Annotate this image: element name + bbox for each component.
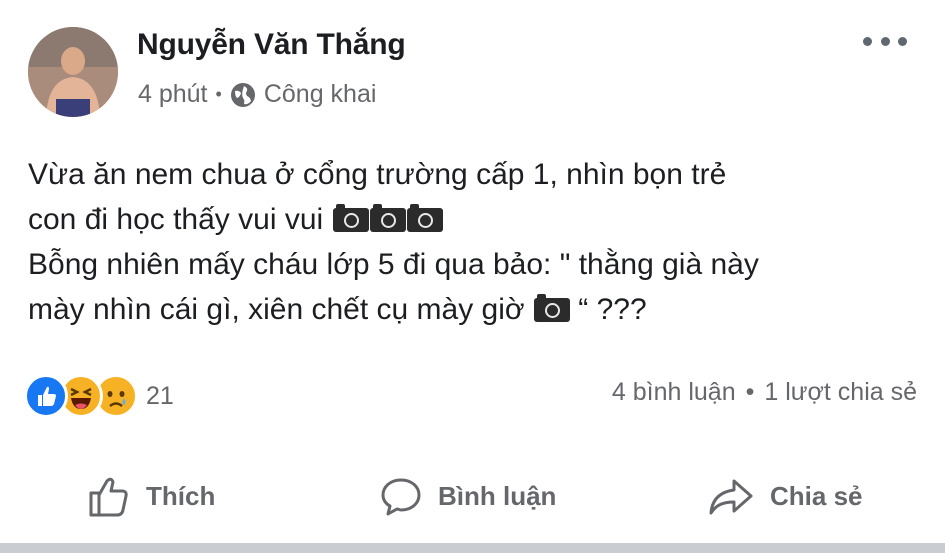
post-text-line: Vừa ăn nem chua ở cổng trường cấp 1, nhì…	[28, 158, 727, 191]
dot-icon	[863, 36, 872, 46]
share-label: Chia sẻ	[770, 480, 863, 511]
like-button[interactable]: Thích	[86, 466, 215, 526]
facebook-post: Nguyễn Văn Thắng 4 phút • Công khai Vừa …	[0, 0, 945, 553]
comment-count[interactable]: 4 bình luận	[612, 378, 736, 407]
camera-emoji-icon	[533, 294, 570, 322]
stats-separator: •	[745, 378, 755, 406]
dot-icon	[880, 36, 890, 46]
engagement-stats: 4 bình luận • 1 lượt chia sẻ	[612, 378, 917, 407]
post-time[interactable]: 4 phút	[138, 80, 208, 109]
camera-emoji-icon	[406, 204, 443, 232]
reaction-count: 21	[146, 381, 174, 410]
privacy-label: Công khai	[263, 80, 377, 108]
share-count[interactable]: 1 lượt chia sẻ	[764, 378, 917, 407]
globe-icon[interactable]	[230, 82, 256, 108]
like-reaction-icon	[24, 374, 68, 418]
comment-icon	[381, 478, 421, 516]
share-arrow-icon	[709, 479, 753, 515]
author-name[interactable]: Nguyễn Văn Thắng	[137, 28, 406, 62]
post-meta: 4 phút • Công khai	[138, 80, 376, 109]
action-bar: Thích Bình luận Chia sẻ	[0, 466, 945, 526]
comment-label: Bình luận	[438, 480, 557, 511]
like-label: Thích	[146, 480, 216, 511]
camera-emoji-icon	[332, 204, 369, 232]
dot-icon	[898, 36, 907, 46]
post-text-line: con đi học thấy vui vui	[28, 197, 918, 242]
comment-button[interactable]: Bình luận	[378, 466, 556, 526]
post-text: Vừa ăn nem chua ở cổng trường cấp 1, nhì…	[28, 152, 918, 332]
post-text-line: mày nhìn cái gì, xiên chết cụ mày giờ “ …	[28, 293, 647, 326]
avatar[interactable]	[28, 27, 118, 117]
camera-emoji-icon	[369, 204, 406, 232]
thumbs-up-icon	[89, 477, 128, 517]
more-options-icon[interactable]	[863, 26, 907, 56]
divider	[0, 543, 945, 553]
reaction-summary[interactable]: 21	[24, 374, 174, 418]
meta-separator: •	[215, 84, 222, 104]
post-text-line: Bỗng nhiên mấy cháu lớp 5 đi qua bảo: " …	[28, 248, 759, 281]
share-button[interactable]: Chia sẻ	[706, 466, 863, 526]
